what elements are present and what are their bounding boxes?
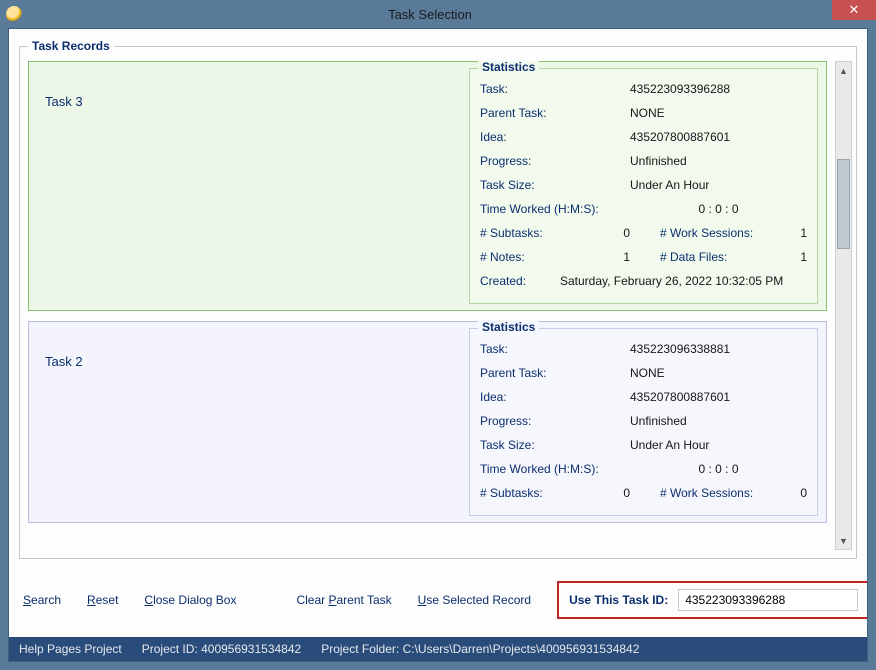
records-scrollbar[interactable]: ▲ ▼ [835, 61, 852, 550]
stat-value-size: Under An Hour [630, 438, 807, 452]
records-list: Task 3 Statistics Task:435223093396288 P… [28, 61, 831, 550]
content-area: Task Records Task 3 Statistics Task:4352… [9, 29, 867, 637]
stat-label-task: Task: [480, 342, 630, 356]
task-record[interactable]: Task 2 Statistics Task:435223096338881 P… [28, 321, 827, 523]
stat-label-parent: Parent Task: [480, 106, 630, 120]
scroll-track[interactable] [836, 79, 851, 532]
stat-value-subtasks: 0 [610, 226, 660, 240]
stat-value-time: 0 : 0 : 0 [630, 462, 807, 476]
use-this-task-id-label: Use This Task ID: [569, 593, 668, 607]
stat-value-idea: 435207800887601 [630, 390, 807, 404]
stat-label-progress: Progress: [480, 154, 630, 168]
stat-value-idea: 435207800887601 [630, 130, 807, 144]
stat-label-idea: Idea: [480, 130, 630, 144]
stat-label-task: Task: [480, 82, 630, 96]
stat-label-progress: Progress: [480, 414, 630, 428]
stat-value-subtasks: 0 [610, 486, 660, 500]
status-project-id: Project ID: 400956931534842 [142, 642, 301, 656]
records-scroll: Task 3 Statistics Task:435223093396288 P… [28, 61, 852, 550]
clear-parent-task-link[interactable]: Clear Parent Task [296, 593, 391, 607]
action-bar: Search Reset Close Dialog Box Clear Pare… [9, 565, 867, 637]
task-name: Task 3 [29, 62, 469, 310]
use-this-task-id-input[interactable] [678, 589, 858, 611]
statistics-legend: Statistics [478, 320, 539, 334]
statistics-group: Statistics Task:435223093396288 Parent T… [469, 68, 818, 304]
window-title: Task Selection [28, 7, 832, 22]
close-button[interactable]: ✕ [832, 0, 876, 20]
stat-label-parent: Parent Task: [480, 366, 630, 380]
stat-value-task: 435223093396288 [630, 82, 807, 96]
use-selected-record-link[interactable]: Use Selected Record [418, 593, 531, 607]
stat-value-created: Saturday, February 26, 2022 10:32:05 PM [560, 274, 807, 288]
stat-label-created: Created: [480, 274, 560, 288]
stat-label-sessions: # Work Sessions: [660, 226, 780, 240]
search-link[interactable]: Search [23, 593, 61, 607]
client-area: Task Records Task 3 Statistics Task:4352… [8, 28, 868, 662]
stat-value-notes: 1 [610, 250, 660, 264]
stat-label-time: Time Worked (H:M:S): [480, 202, 630, 216]
statistics-group: Statistics Task:435223096338881 Parent T… [469, 328, 818, 516]
use-this-task-id-group: Use This Task ID: [557, 581, 867, 619]
scroll-down-arrow-icon[interactable]: ▼ [836, 532, 851, 549]
stat-value-parent: NONE [630, 366, 807, 380]
statistics-legend: Statistics [478, 61, 539, 74]
stat-label-size: Task Size: [480, 438, 630, 452]
scroll-up-arrow-icon[interactable]: ▲ [836, 62, 851, 79]
stat-value-progress: Unfinished [630, 414, 807, 428]
stat-label-time: Time Worked (H:M:S): [480, 462, 630, 476]
stat-label-datafiles: # Data Files: [660, 250, 780, 264]
close-dialog-link[interactable]: Close Dialog Box [144, 593, 236, 607]
stat-value-size: Under An Hour [630, 178, 807, 192]
scroll-thumb[interactable] [837, 159, 850, 249]
stat-value-sessions: 1 [780, 226, 807, 240]
app-icon [6, 6, 22, 22]
stat-value-sessions: 0 [780, 486, 807, 500]
stat-value-task: 435223096338881 [630, 342, 807, 356]
stat-label-size: Task Size: [480, 178, 630, 192]
stat-label-notes: # Notes: [480, 250, 610, 264]
stat-value-time: 0 : 0 : 0 [630, 202, 807, 216]
stat-label-idea: Idea: [480, 390, 630, 404]
statusbar: Help Pages Project Project ID: 400956931… [9, 637, 867, 661]
stat-value-parent: NONE [630, 106, 807, 120]
status-project-folder: Project Folder: C:\Users\Darren\Projects… [321, 642, 639, 656]
stat-value-progress: Unfinished [630, 154, 807, 168]
task-records-legend: Task Records [28, 39, 114, 53]
close-icon: ✕ [849, 2, 860, 18]
status-project-name: Help Pages Project [19, 642, 122, 656]
task-selection-window: Task Selection ✕ Task Records Task 3 Sta… [0, 0, 876, 670]
stat-label-subtasks: # Subtasks: [480, 486, 610, 500]
stat-value-datafiles: 1 [780, 250, 807, 264]
reset-link[interactable]: Reset [87, 593, 118, 607]
stat-label-sessions: # Work Sessions: [660, 486, 780, 500]
titlebar[interactable]: Task Selection ✕ [0, 0, 876, 28]
task-records-group: Task Records Task 3 Statistics Task:4352… [19, 39, 857, 559]
task-record[interactable]: Task 3 Statistics Task:435223093396288 P… [28, 61, 827, 311]
task-name: Task 2 [29, 322, 469, 522]
stat-label-subtasks: # Subtasks: [480, 226, 610, 240]
